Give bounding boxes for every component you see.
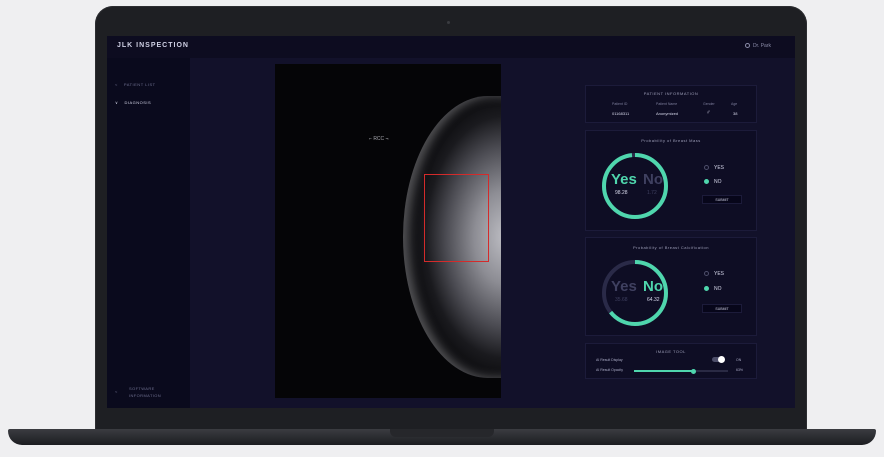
- sidebar: < PATIENT LIST ∨ DIAGNOSIS < SOFTWARE INFO…: [107, 58, 190, 408]
- user-menu[interactable]: Dr. Park: [744, 43, 771, 49]
- sidebar-item-label-line2: INFORMATION: [129, 393, 162, 398]
- mass-yes-label: Yes: [611, 171, 637, 188]
- mass-gauge: Yes No 98.28 1.72: [600, 151, 670, 221]
- calcification-option-no[interactable]: NO: [704, 286, 722, 292]
- toggle-knob: [718, 356, 725, 363]
- camera-icon: [447, 21, 450, 24]
- header-patient-name: Patient Name: [656, 102, 678, 106]
- calcification-submit-button[interactable]: SUBMIT: [702, 304, 742, 313]
- ai-result-opacity-label: AI Result Opacity: [596, 368, 624, 372]
- calcification-option-yes[interactable]: YES: [704, 271, 724, 277]
- mass-option-yes[interactable]: YES: [704, 165, 724, 171]
- radio-selected-icon: [704, 286, 709, 292]
- ai-result-opacity-slider[interactable]: [634, 368, 728, 374]
- radio-selected-icon: [704, 179, 709, 185]
- mass-option-no[interactable]: NO: [704, 179, 722, 185]
- slider-handle[interactable]: [690, 368, 696, 374]
- calcification-no-value: 64.32: [647, 297, 660, 303]
- mass-probability-panel: Probability of Breast Mass Yes No 98.28 …: [585, 130, 757, 231]
- radio-icon: [704, 165, 709, 171]
- calcification-gauge: Yes No 35.68 64.32: [600, 258, 670, 328]
- slider-fill: [634, 370, 694, 372]
- option-label: NO: [714, 286, 722, 292]
- calcification-probability-panel: Probability of Breast Calcification Yes …: [585, 237, 757, 336]
- chevron-left-icon: <: [115, 389, 118, 394]
- radio-icon: [704, 271, 709, 277]
- view-marker: ⌐ RCC ¬: [369, 136, 389, 142]
- calcification-no-label: No: [643, 278, 663, 295]
- header-age: Age: [731, 102, 738, 106]
- user-icon: [744, 43, 750, 49]
- sidebar-item-label-line1: SOFTWARE: [129, 386, 155, 391]
- panel-title: PATIENT INFORMATION: [643, 91, 699, 96]
- panel-title: Probability of Breast Calcification: [633, 245, 709, 250]
- ai-result-opacity-value: 63%: [736, 368, 744, 372]
- sidebar-item-patient-list[interactable]: < PATIENT LIST: [115, 82, 156, 87]
- mass-no-value: 1.72: [647, 190, 657, 196]
- option-label: YES: [714, 271, 725, 277]
- laptop-notch: [390, 429, 494, 437]
- option-label: NO: [714, 179, 722, 185]
- header-patient-id: Patient ID: [612, 102, 628, 106]
- sidebar-item-label: PATIENT LIST: [123, 82, 156, 87]
- sidebar-item-label: DIAGNOSIS: [124, 100, 152, 105]
- app-screen: JLK INSPECTION Dr. Park < PATIENT LIST ∨ D…: [107, 36, 795, 408]
- mammogram-viewer[interactable]: ⌐ RCC ¬: [275, 64, 501, 398]
- image-tool-panel: IMAGE TOOL AI Result Display ON AI Resul…: [585, 343, 757, 379]
- mass-submit-button[interactable]: SUBMIT: [702, 195, 742, 204]
- calcification-yes-label: Yes: [611, 278, 637, 295]
- top-bar: JLK INSPECTION Dr. Park: [107, 36, 795, 58]
- chevron-down-icon: ∨: [115, 100, 119, 105]
- sidebar-item-software-information[interactable]: < SOFTWARE INFORMATION: [115, 385, 161, 399]
- chevron-left-icon: <: [115, 82, 118, 87]
- value-patient-id: 01168311: [612, 111, 630, 116]
- app-logo: JLK INSPECTION: [117, 42, 189, 49]
- user-name: Dr. Park: [752, 43, 771, 49]
- value-patient-name: Anonymized: [656, 111, 679, 116]
- calcification-yes-value: 35.68: [615, 297, 628, 303]
- panel-title: IMAGE TOOL: [656, 349, 686, 354]
- sidebar-item-diagnosis[interactable]: ∨ DIAGNOSIS: [115, 100, 151, 105]
- header-gender: Gender: [703, 102, 715, 106]
- male-icon: ♂: [706, 110, 711, 116]
- value-age: 38: [733, 111, 738, 116]
- mass-no-label: No: [643, 171, 663, 188]
- ai-result-display-toggle[interactable]: [712, 356, 725, 363]
- option-label: YES: [714, 165, 725, 171]
- view-marker-label: RCC: [373, 136, 385, 142]
- ai-result-display-label: AI Result Display: [596, 358, 623, 362]
- mass-yes-value: 98.28: [615, 190, 628, 196]
- lesion-bounding-box: [424, 174, 489, 262]
- ai-result-display-value: ON: [736, 358, 742, 362]
- patient-information-panel: PATIENT INFORMATION Patient ID Patient N…: [585, 85, 757, 123]
- panel-title: Probability of Breast Mass: [641, 138, 701, 143]
